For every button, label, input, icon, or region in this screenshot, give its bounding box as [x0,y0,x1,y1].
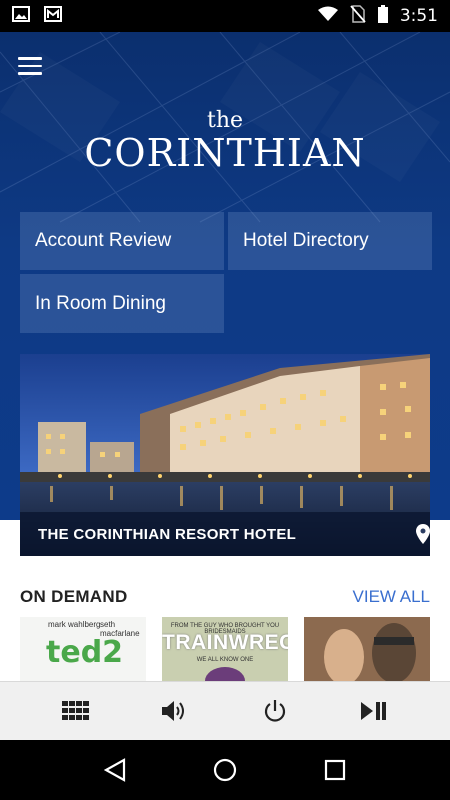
tile-label: Account Review [35,230,172,251]
poster-ted2[interactable]: mark wahlberg seth macfarlane ted2 [20,617,146,681]
back-icon [104,758,126,782]
poster-actor: mark wahlberg [48,620,101,629]
recents-icon [324,759,346,781]
tile-label: Hotel Directory [243,230,369,251]
menu-button[interactable] [18,52,52,80]
power-icon [264,700,285,722]
poster-trainwreck[interactable]: FROM THE GUY WHO BROUGHT YOU BRIDESMAIDS… [162,617,288,681]
poster-figure [205,667,245,681]
menu-icon-bar [18,64,42,68]
bottom-control-bar [0,681,450,740]
logo: the CORINTHIAN [0,108,450,175]
tile-hotel-directory[interactable]: Hotel Directory [228,212,432,270]
menu-icon-bar [18,57,42,60]
no-sim-icon [350,4,366,28]
grid-icon [61,701,89,720]
poster-subtitle: WE ALL KNOW ONE [196,657,254,663]
play-pause-button[interactable] [350,687,398,735]
hotel-caption: THE CORINTHIAN RESORT HOTEL [20,512,430,556]
tile-account-review[interactable]: Account Review [20,212,224,270]
gmail-icon [44,5,62,27]
battery-icon [377,4,388,28]
tile-label: In Room Dining [35,292,166,314]
hotel-card[interactable]: THE CORINTHIAN RESORT HOTEL [20,354,430,556]
view-all-link[interactable]: VIEW ALL [353,587,430,607]
grid-button[interactable] [52,687,100,735]
wifi-icon [317,6,338,27]
logo-the: the [206,108,244,133]
volume-button[interactable] [151,687,199,735]
play-pause-icon [361,702,387,720]
home-icon [213,758,237,782]
home-button[interactable] [201,746,249,794]
status-bar: 3:51 [0,0,450,32]
poster-title: TRAINWRECK [162,631,288,654]
menu-icon-bar [18,72,42,75]
volume-icon [162,701,185,721]
poster-action-movie[interactable] [304,617,430,681]
status-time: 3:51 [399,6,438,26]
logo-name: CORINTHIAN [84,131,366,175]
power-button[interactable] [251,687,299,735]
poster-art [304,617,430,681]
on-demand-title: ON DEMAND [20,587,128,606]
tile-in-room-dining[interactable]: In Room Dining [20,274,224,333]
hotel-name: THE CORINTHIAN RESORT HOTEL [38,525,297,543]
back-button[interactable] [91,746,139,794]
image-icon [12,5,30,27]
poster-title: ted2 [46,635,124,670]
system-nav-bar [0,740,450,800]
recents-button[interactable] [311,746,359,794]
